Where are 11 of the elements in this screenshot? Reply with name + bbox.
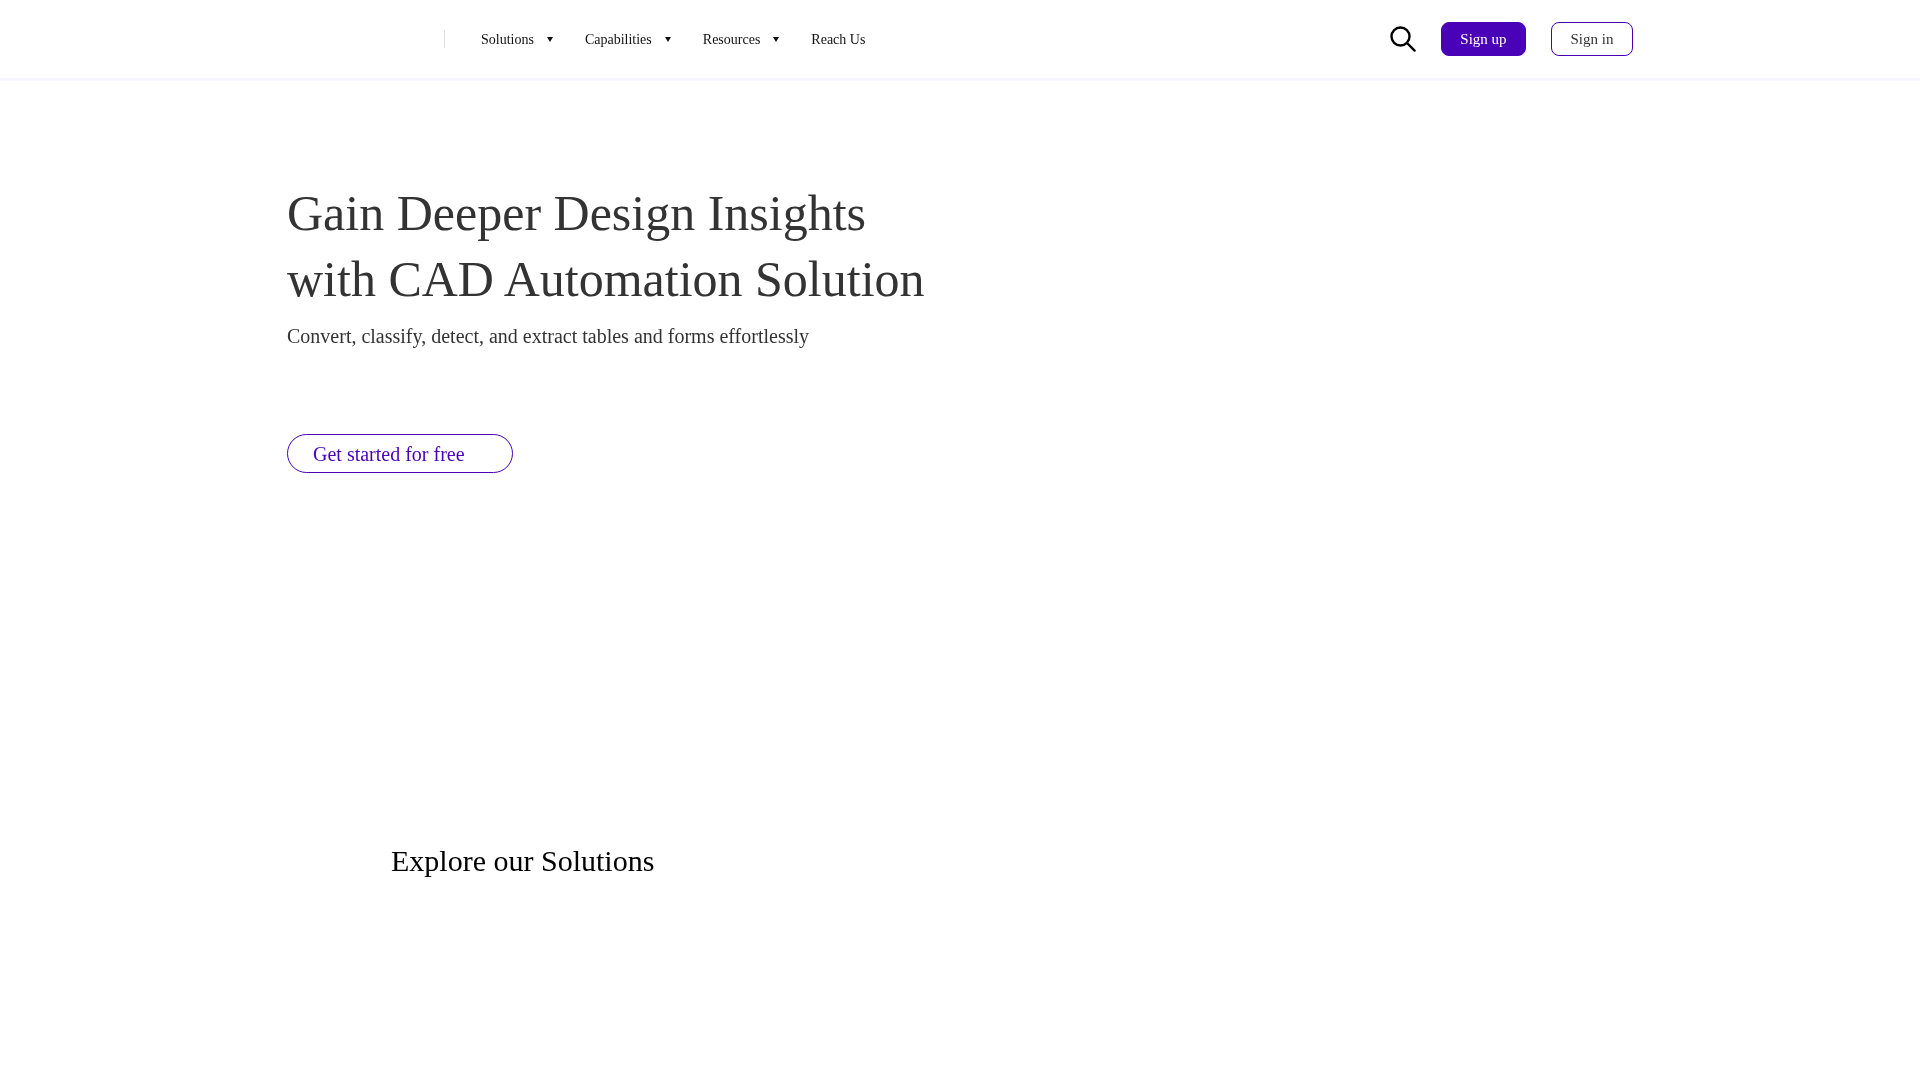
nav-link[interactable]: Capabilities [584, 28, 671, 50]
nav-link[interactable]: Solutions [481, 28, 553, 50]
get-started-button[interactable]: Get started for free [287, 434, 513, 473]
hero-heading: Gain Deeper Design Insights with CAD Automation Solution [287, 184, 926, 309]
sign-in-button[interactable]: Sign in [1551, 22, 1633, 56]
section-heading: Explore our Solutions [391, 843, 655, 879]
nav-link[interactable]: Resources [702, 28, 780, 50]
hero-subtitle: Convert, classify, detect, and extract tables and forms effortlessly [287, 324, 810, 350]
search-icon[interactable] [1390, 26, 1416, 52]
sign-up-button[interactable]: Sign up [1441, 22, 1526, 56]
nav-link[interactable]: Reach Us [811, 28, 866, 50]
